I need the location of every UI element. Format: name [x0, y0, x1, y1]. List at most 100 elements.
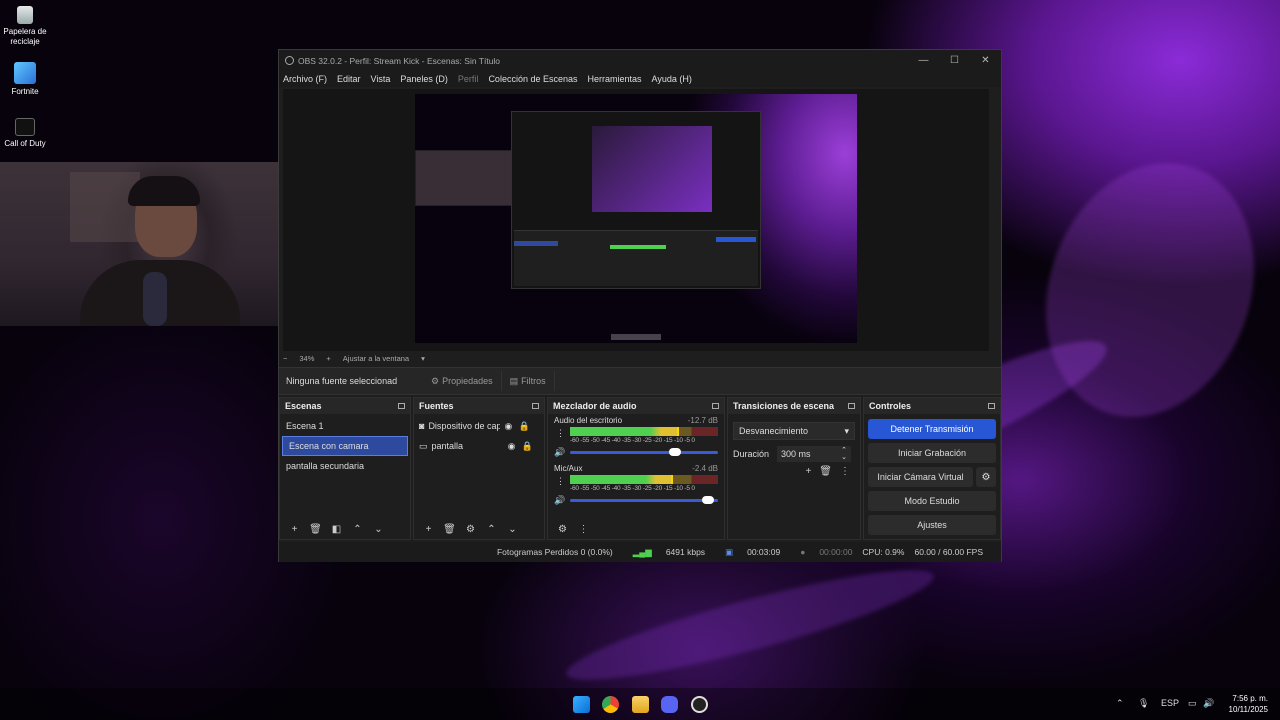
- kebab-menu-icon[interactable]: ⋮: [556, 476, 565, 487]
- volume-row: 🔊: [554, 446, 718, 458]
- dock-title: Fuentes: [419, 401, 454, 411]
- volume-slider[interactable]: [570, 447, 718, 456]
- wall-picture: [70, 172, 140, 242]
- add-icon[interactable]: +: [418, 524, 439, 535]
- gear-icon: ⚙: [431, 375, 440, 386]
- call-of-duty-icon: [15, 118, 35, 136]
- windows-start-icon[interactable]: [573, 696, 590, 713]
- network-icon[interactable]: ▭: [1188, 698, 1197, 709]
- volume-handle[interactable]: [669, 447, 681, 456]
- preview-area[interactable]: [283, 89, 989, 351]
- chevron-up-icon[interactable]: ⌃: [347, 524, 368, 535]
- close-button[interactable]: ✕: [970, 55, 1001, 66]
- meter-ticks: -60 -55 -50 -45 -40 -35 -30 -25 -20 -15 …: [570, 437, 695, 444]
- scene-item[interactable]: pantalla secundaria: [280, 456, 410, 476]
- menu-herramientas[interactable]: Herramientas: [588, 74, 642, 84]
- gear-icon[interactable]: ⚙: [460, 524, 481, 535]
- filters-label: Filtros: [521, 376, 546, 386]
- lock-icon[interactable]: 🔒: [516, 421, 532, 432]
- scene-filter-icon[interactable]: ◧: [326, 524, 347, 535]
- source-item[interactable]: ▭ pantalla ◉ 🔒: [414, 436, 544, 456]
- clock[interactable]: 7:56 p. m. 10/11/2025: [1229, 693, 1268, 715]
- advanced-audio-icon[interactable]: ⚙: [552, 524, 573, 535]
- mixer-channel: Audio del escritorio -12.7 dB ⋮ -60 -55 -…: [548, 414, 724, 458]
- volume-handle[interactable]: [701, 495, 714, 504]
- lock-icon[interactable]: 🔒: [520, 441, 536, 452]
- minimize-button[interactable]: —: [908, 55, 939, 66]
- monitor-icon: ▭: [419, 440, 428, 451]
- add-icon[interactable]: +: [805, 466, 811, 477]
- trash-icon[interactable]: 🗑: [305, 524, 326, 535]
- maximize-button[interactable]: ☐: [939, 55, 970, 66]
- start-virtual-camera-button[interactable]: Iniciar Cámara Virtual: [868, 467, 973, 487]
- start-recording-button[interactable]: Iniciar Grabación: [868, 443, 996, 463]
- chevron-down-icon[interactable]: ▾: [421, 354, 425, 363]
- preview-canvas[interactable]: [415, 94, 857, 343]
- float-icon[interactable]: [712, 403, 719, 409]
- stop-stream-button[interactable]: Detener Transmisión: [868, 419, 996, 439]
- nested-obs-canvas: [592, 126, 712, 212]
- discord-icon[interactable]: [661, 696, 678, 713]
- menu-paneles[interactable]: Paneles (D): [400, 74, 448, 84]
- microphone-icon[interactable]: 🎙: [1138, 698, 1149, 709]
- menu-coleccion-escenas[interactable]: Colección de Escenas: [488, 74, 577, 84]
- status-bar: Fotogramas Perdidos 0 (0.0%) ▂▄▆ 6491 kbp…: [279, 542, 1001, 562]
- add-icon[interactable]: +: [284, 524, 305, 535]
- menu-vista[interactable]: Vista: [371, 74, 391, 84]
- studio-mode-button[interactable]: Modo Estudio: [868, 491, 996, 511]
- properties-button[interactable]: ⚙ Propiedades: [423, 371, 502, 391]
- dock-title: Transiciones de escena: [733, 401, 835, 411]
- zoom-out-button[interactable]: −: [283, 354, 287, 363]
- kebab-menu-icon[interactable]: ⋮: [840, 466, 850, 477]
- zoom-fit-select[interactable]: Ajustar a la ventana: [343, 354, 409, 363]
- scene-item[interactable]: Escena 1: [280, 416, 410, 436]
- desktop-icon-fortnite[interactable]: Fortnite: [0, 62, 50, 97]
- zoom-bar: − 34% + Ajustar a la ventana ▾: [283, 351, 989, 365]
- menu-ayuda[interactable]: Ayuda (H): [652, 74, 692, 84]
- record-icon: ●: [800, 547, 806, 557]
- menu-perfil[interactable]: Perfil: [458, 74, 479, 84]
- menu-editar[interactable]: Editar: [337, 74, 361, 84]
- float-icon[interactable]: [848, 403, 855, 409]
- trash-icon[interactable]: 🗑: [819, 466, 832, 477]
- transition-select[interactable]: Desvanecimiento ▾: [733, 422, 855, 440]
- source-name: Dispositivo de captura: [428, 421, 501, 431]
- scene-item-selected[interactable]: Escena con camara: [282, 436, 408, 456]
- kebab-menu-icon[interactable]: ⋮: [573, 524, 594, 535]
- dock-footer: + 🗑 ⚙ ⌃ ⌄: [414, 519, 544, 539]
- source-item[interactable]: ◙ Dispositivo de captura ◉ 🔒: [414, 416, 544, 436]
- nested-taskbar: [611, 334, 661, 340]
- file-explorer-icon[interactable]: [632, 696, 649, 713]
- float-icon[interactable]: [532, 403, 539, 409]
- volume-meter: [570, 475, 718, 484]
- window-title: OBS 32.0.2 - Perfil: Stream Kick - Escen…: [298, 55, 501, 66]
- desktop-icon-call-of-duty[interactable]: Call of Duty: [0, 118, 50, 149]
- menu-archivo[interactable]: Archivo (F): [283, 74, 327, 84]
- float-icon[interactable]: [988, 403, 995, 409]
- kebab-menu-icon[interactable]: ⋮: [556, 428, 565, 439]
- chevron-down-icon[interactable]: ⌄: [368, 524, 389, 535]
- chevron-up-icon[interactable]: ⌃: [481, 524, 502, 535]
- speaker-icon[interactable]: 🔊: [554, 495, 570, 506]
- clock-date: 10/11/2025: [1228, 705, 1268, 714]
- gear-icon[interactable]: ⚙: [976, 467, 996, 487]
- settings-button[interactable]: Ajustes: [868, 515, 996, 535]
- volume-icon[interactable]: 🔊: [1203, 698, 1214, 709]
- desktop-icon-recycle-bin[interactable]: Papelera de reciclaje: [0, 6, 50, 47]
- filters-button[interactable]: ▤ Filtros: [502, 371, 555, 391]
- duration-spinbox[interactable]: 300 ms ⌃ ⌄: [777, 446, 852, 462]
- volume-slider[interactable]: [570, 495, 718, 504]
- eye-icon[interactable]: ◉: [504, 441, 520, 452]
- language-indicator[interactable]: ESP: [1161, 698, 1179, 708]
- float-icon[interactable]: [398, 403, 405, 409]
- obs-icon[interactable]: [691, 696, 708, 713]
- trash-icon[interactable]: 🗑: [439, 524, 460, 535]
- chevron-down-icon[interactable]: ⌄: [502, 524, 523, 535]
- chevron-up-icon[interactable]: ⌃: [1116, 698, 1124, 709]
- zoom-in-button[interactable]: +: [326, 354, 330, 363]
- spin-arrows-icon[interactable]: ⌃ ⌄: [841, 447, 847, 461]
- source-list: ◙ Dispositivo de captura ◉ 🔒 ▭ pantalla …: [414, 414, 544, 456]
- speaker-icon[interactable]: 🔊: [554, 447, 570, 458]
- eye-icon[interactable]: ◉: [500, 421, 516, 432]
- chrome-icon[interactable]: [602, 696, 619, 713]
